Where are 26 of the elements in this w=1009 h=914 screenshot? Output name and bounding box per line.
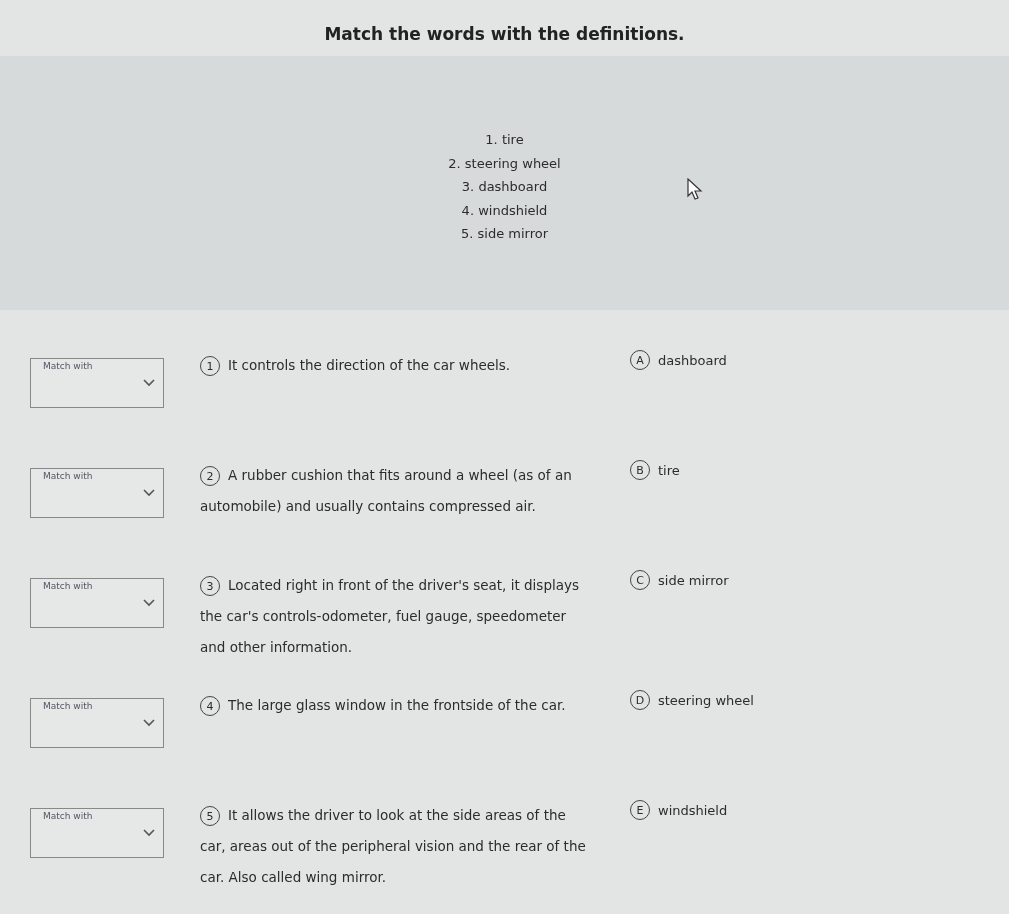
definition-text: 3 Located right in front of the driver's seat, it displays the car's controls-odometer, fuel gauge, speedometer and other information. xyxy=(200,575,580,657)
match-dropdown[interactable]: Match with xyxy=(30,808,164,858)
chevron-icon xyxy=(143,829,155,837)
match-dropdown[interactable]: Match with xyxy=(30,698,164,748)
chevron-icon xyxy=(143,489,155,497)
chevron-icon xyxy=(143,599,155,607)
chevron-icon xyxy=(143,379,155,387)
definition-text: 5 It allows the driver to look at the side areas of the car, areas out of the peripheral vision and the rear of the car. Also called wing mirror. xyxy=(200,805,587,887)
word-list-item: 4. windshield xyxy=(461,201,548,220)
option-word: tire xyxy=(658,462,680,478)
definition-text: 4 The large glass window in the frontside of the car. xyxy=(200,690,590,721)
question-title: Match the words with the definitions. xyxy=(323,23,686,46)
match-dropdown[interactable]: Match with xyxy=(30,358,164,408)
definition-text: 2 A rubber cushion that fits around a wheel (as of an automobile) and usually contains compressed air. xyxy=(200,465,573,516)
word-list-item: 1. tire xyxy=(485,131,524,149)
option-word: side mirror xyxy=(658,572,729,588)
option-word: steering wheel xyxy=(658,692,754,708)
word-list-item: 3. dashboard xyxy=(461,178,548,196)
option-word: windshield xyxy=(658,802,728,818)
chevron-icon xyxy=(143,719,155,727)
match-dropdown[interactable]: Match with xyxy=(30,468,164,518)
word-list-item: 2. steering wheel xyxy=(448,154,561,173)
definition-text: 1 It controls the direction of the car wheels. xyxy=(200,350,590,381)
match-dropdown[interactable]: Match with xyxy=(30,578,164,628)
word-list-item: 5. side mirror xyxy=(460,225,549,243)
option-word: dashboard xyxy=(658,352,727,368)
